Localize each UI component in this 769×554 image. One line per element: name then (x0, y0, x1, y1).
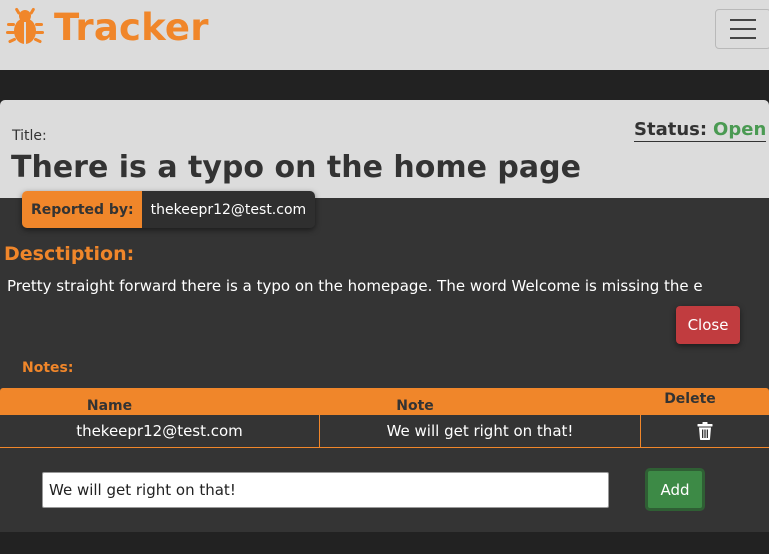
column-header-note: Note (396, 398, 434, 414)
description-heading: Desctiption: (4, 243, 135, 265)
add-note-button[interactable]: Add (645, 468, 705, 511)
reported-by-email: thekeepr12@test.com (141, 191, 316, 228)
brand-title: Tracker (54, 5, 209, 49)
menu-toggle-button[interactable] (715, 9, 769, 49)
close-bug-button[interactable]: Close (676, 306, 740, 344)
column-header-name: Name (86, 398, 133, 414)
delete-cell (641, 415, 769, 447)
navbar: Tracker (0, 0, 769, 70)
brand-link[interactable]: Tracker (4, 5, 209, 49)
notes-table: Name Note Delete thekeepr12@test.com We … (0, 388, 769, 448)
notes-table-header: Name Note Delete (0, 388, 769, 415)
trash-icon[interactable] (697, 422, 713, 440)
bug-header: Title: There is a typo on the home page … (0, 100, 769, 198)
title-label: Title: (12, 128, 47, 144)
reported-by-badge: Reported by: thekeepr12@test.com (22, 191, 316, 228)
table-row: thekeepr12@test.com We will get right on… (0, 415, 769, 448)
reported-by-label: Reported by: (22, 191, 142, 228)
note-input[interactable] (42, 472, 609, 508)
bug-title: There is a typo on the home page (11, 150, 581, 185)
status-value: Open (713, 119, 767, 140)
bug-detail-card: Title: There is a typo on the home page … (0, 100, 769, 532)
bug-icon (6, 7, 44, 44)
hamburger-icon (730, 28, 756, 30)
note-text-cell: We will get right on that! (320, 415, 641, 447)
hamburger-icon (730, 37, 756, 39)
status-label: Status: (634, 119, 708, 140)
description-text: Pretty straight forward there is a typo … (7, 277, 703, 295)
hamburger-icon (730, 19, 756, 21)
notes-heading: Notes: (22, 360, 74, 376)
column-header-delete: Delete (664, 391, 716, 407)
status-display: Status: Open (634, 119, 767, 142)
note-author-cell: thekeepr12@test.com (0, 415, 320, 447)
